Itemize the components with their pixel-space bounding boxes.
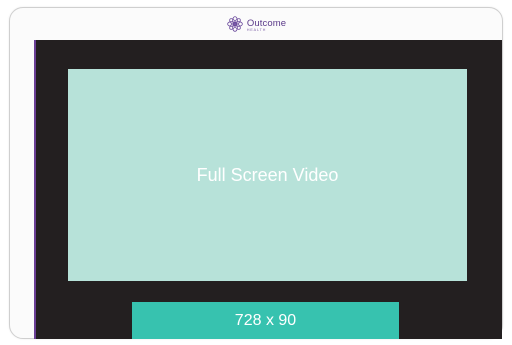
device-screen: Full Screen Video 728 x 90 bbox=[34, 40, 502, 339]
video-label: Full Screen Video bbox=[196, 164, 339, 185]
brand-subtitle: HEALTH bbox=[246, 28, 267, 33]
screen-edge-accent bbox=[34, 40, 36, 339]
device-header: Outcome HEALTH bbox=[10, 13, 502, 39]
brand-name: Outcome bbox=[246, 17, 287, 29]
banner-ad-placeholder[interactable]: 728 x 90 bbox=[132, 302, 399, 339]
brand-logo: Outcome HEALTH bbox=[226, 15, 286, 38]
banner-size-label: 728 x 90 bbox=[234, 311, 297, 329]
flower-logo-icon bbox=[226, 15, 244, 38]
tablet-device-frame: Outcome HEALTH Full Screen Video 728 x 9… bbox=[9, 7, 503, 339]
full-screen-video-placeholder[interactable]: Full Screen Video bbox=[68, 69, 467, 281]
